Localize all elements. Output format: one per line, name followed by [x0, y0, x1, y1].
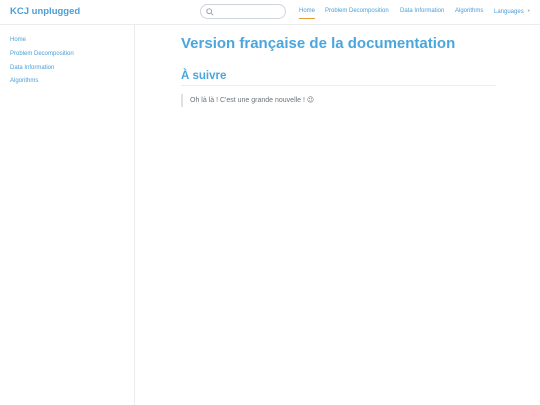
main-content: Version française de la documentation À … [181, 0, 501, 405]
sidebar-item-home[interactable]: Home [10, 37, 26, 43]
sidebar-item-problem-decomposition[interactable]: Problem Decomposition [10, 51, 74, 57]
blockquote: Oh là là ! C'est une grande nouvelle ! 😉 [181, 94, 381, 107]
sidebar-item-algorithms[interactable]: Algorithms [10, 78, 38, 84]
section-title: À suivre [181, 70, 227, 82]
sidebar-item-data-information[interactable]: Data Information [10, 65, 54, 71]
page-title: Version française de la documentation [181, 35, 456, 52]
chevron-down-icon: ▼ [526, 8, 531, 13]
blockquote-text: Oh là là ! C'est une grande nouvelle ! 😉 [190, 97, 315, 104]
section-divider [181, 85, 496, 86]
sidebar: Home Problem Decomposition Data Informat… [0, 25, 135, 405]
